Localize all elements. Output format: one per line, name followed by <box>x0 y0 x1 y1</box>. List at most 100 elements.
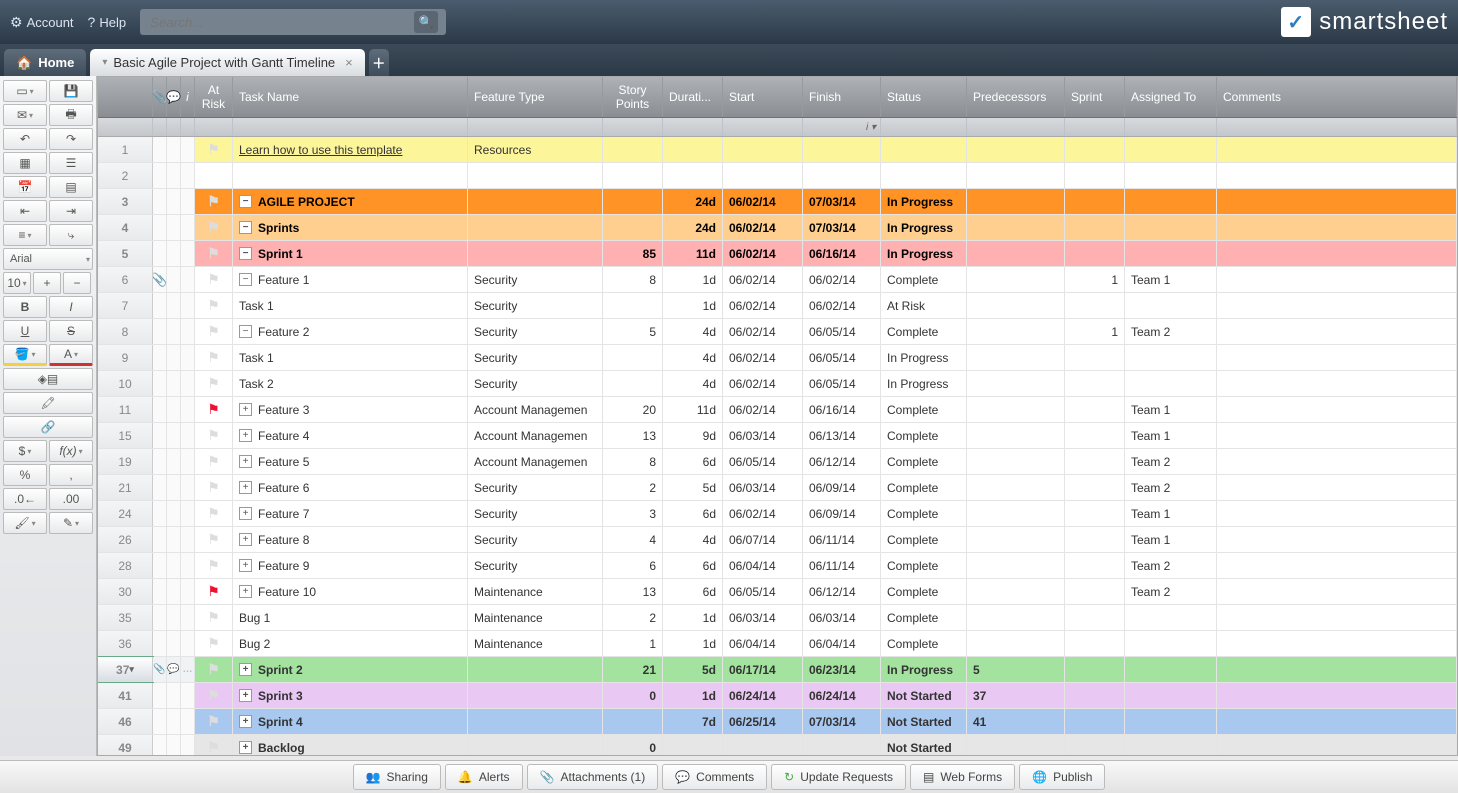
header-start[interactable]: Start <box>723 77 803 117</box>
duration-cell[interactable]: 1d <box>663 293 723 318</box>
row-info-icon[interactable] <box>181 683 195 708</box>
row-comment-icon[interactable] <box>167 683 181 708</box>
table-row[interactable]: 5⚑−Sprint 18511d06/02/1406/16/14In Progr… <box>98 241 1457 267</box>
outdent-button[interactable]: ⇤ <box>3 200 47 222</box>
expand-icon[interactable]: + <box>239 663 252 676</box>
comments-cell[interactable] <box>1217 605 1457 630</box>
sprint-cell[interactable] <box>1065 709 1125 734</box>
row-comment-icon[interactable] <box>167 241 181 266</box>
row-info-icon[interactable] <box>181 449 195 474</box>
sprint-cell[interactable] <box>1065 579 1125 604</box>
feature-type-cell[interactable]: Security <box>468 267 603 292</box>
table-row[interactable]: 35⚑Bug 1Maintenance21d06/03/1406/03/14Co… <box>98 605 1457 631</box>
finish-cell[interactable]: 06/09/14 <box>803 475 881 500</box>
status-cell[interactable]: In Progress <box>881 345 967 370</box>
bold-button[interactable]: B <box>3 296 47 318</box>
row-flag[interactable]: ⚑ <box>195 241 233 266</box>
task-cell[interactable]: −Feature 1 <box>233 267 468 292</box>
task-cell[interactable]: +Feature 5 <box>233 449 468 474</box>
start-cell[interactable]: 06/02/14 <box>723 293 803 318</box>
row-flag[interactable]: ⚑ <box>195 735 233 755</box>
row-flag[interactable]: ⚑ <box>195 371 233 396</box>
row-info-icon[interactable] <box>181 475 195 500</box>
start-cell[interactable]: 06/03/14 <box>723 423 803 448</box>
comments-cell[interactable] <box>1217 241 1457 266</box>
row-attach-icon[interactable] <box>153 345 167 370</box>
finish-cell[interactable]: 06/05/14 <box>803 345 881 370</box>
mail-button[interactable]: ✉▾ <box>3 104 47 126</box>
status-cell[interactable]: In Progress <box>881 189 967 214</box>
start-cell[interactable]: 06/03/14 <box>723 475 803 500</box>
row-comment-icon[interactable] <box>167 319 181 344</box>
pred-cell[interactable] <box>967 631 1065 656</box>
sprint-cell[interactable] <box>1065 449 1125 474</box>
duration-cell[interactable]: 4d <box>663 319 723 344</box>
duration-cell[interactable]: 4d <box>663 371 723 396</box>
row-flag[interactable]: ⚑ <box>195 579 233 604</box>
assigned-cell[interactable]: Team 1 <box>1125 501 1217 526</box>
task-cell[interactable]: −AGILE PROJECT <box>233 189 468 214</box>
start-cell[interactable]: 06/02/14 <box>723 215 803 240</box>
comments-cell[interactable] <box>1217 267 1457 292</box>
pred-cell[interactable]: 37 <box>967 683 1065 708</box>
status-cell[interactable]: Complete <box>881 553 967 578</box>
pred-cell[interactable] <box>967 137 1065 162</box>
header-comment-icon[interactable]: 💬 <box>167 77 181 117</box>
expand-icon[interactable]: + <box>239 689 252 702</box>
undo-button[interactable]: ↶ <box>3 128 47 150</box>
tab-close-icon[interactable]: × <box>345 55 353 70</box>
table-row[interactable]: 3⚑−AGILE PROJECT24d06/02/1407/03/14In Pr… <box>98 189 1457 215</box>
finish-cell[interactable]: 06/13/14 <box>803 423 881 448</box>
tab-home[interactable]: 🏠Home <box>4 49 86 76</box>
assigned-cell[interactable] <box>1125 189 1217 214</box>
table-row[interactable]: 19⚑+Feature 5Account Managemen86d06/05/1… <box>98 449 1457 475</box>
start-cell[interactable]: 06/02/14 <box>723 241 803 266</box>
status-cell[interactable]: Not Started <box>881 683 967 708</box>
finish-cell[interactable]: 06/05/14 <box>803 371 881 396</box>
story-cell[interactable]: 13 <box>603 423 663 448</box>
row-number[interactable]: 36 <box>98 631 153 656</box>
row-flag[interactable] <box>195 163 233 188</box>
task-cell[interactable]: +Feature 4 <box>233 423 468 448</box>
story-cell[interactable] <box>603 293 663 318</box>
row-comment-icon[interactable] <box>167 267 181 292</box>
comments-cell[interactable] <box>1217 631 1457 656</box>
comments-cell[interactable] <box>1217 475 1457 500</box>
status-cell[interactable]: Complete <box>881 579 967 604</box>
row-number[interactable]: 41 <box>98 683 153 708</box>
story-cell[interactable]: 8 <box>603 449 663 474</box>
webforms-button[interactable]: ▤Web Forms <box>910 764 1015 790</box>
font-select[interactable]: Arial▾ <box>3 248 93 270</box>
table-row[interactable]: 2 <box>98 163 1457 189</box>
duration-cell[interactable]: 6d <box>663 553 723 578</box>
row-attach-icon[interactable] <box>153 527 167 552</box>
feature-type-cell[interactable]: Maintenance <box>468 631 603 656</box>
pred-cell[interactable] <box>967 475 1065 500</box>
sprint-cell[interactable] <box>1065 501 1125 526</box>
story-cell[interactable] <box>603 709 663 734</box>
comments-cell[interactable] <box>1217 579 1457 604</box>
feature-type-cell[interactable] <box>468 735 603 755</box>
assigned-cell[interactable] <box>1125 683 1217 708</box>
row-attach-icon[interactable] <box>153 371 167 396</box>
expand-icon[interactable]: + <box>239 403 252 416</box>
gantt-view-button[interactable]: ☰ <box>49 152 93 174</box>
row-number[interactable]: 6 <box>98 267 153 292</box>
sprint-cell[interactable] <box>1065 137 1125 162</box>
row-info-icon[interactable] <box>181 319 195 344</box>
pred-cell[interactable]: 41 <box>967 709 1065 734</box>
finish-cell[interactable]: 06/12/14 <box>803 449 881 474</box>
duration-cell[interactable]: 9d <box>663 423 723 448</box>
table-row[interactable]: 30⚑+Feature 10Maintenance136d06/05/1406/… <box>98 579 1457 605</box>
pred-cell[interactable] <box>967 449 1065 474</box>
row-info-icon[interactable] <box>181 137 195 162</box>
sprint-cell[interactable] <box>1065 189 1125 214</box>
story-cell[interactable] <box>603 345 663 370</box>
italic-button[interactable]: I <box>49 296 93 318</box>
finish-cell[interactable]: 06/11/14 <box>803 553 881 578</box>
table-row[interactable]: 24⚑+Feature 7Security36d06/02/1406/09/14… <box>98 501 1457 527</box>
row-number[interactable]: 11 <box>98 397 153 422</box>
pred-cell[interactable] <box>967 319 1065 344</box>
row-comment-icon[interactable] <box>167 449 181 474</box>
feature-type-cell[interactable] <box>468 163 603 188</box>
